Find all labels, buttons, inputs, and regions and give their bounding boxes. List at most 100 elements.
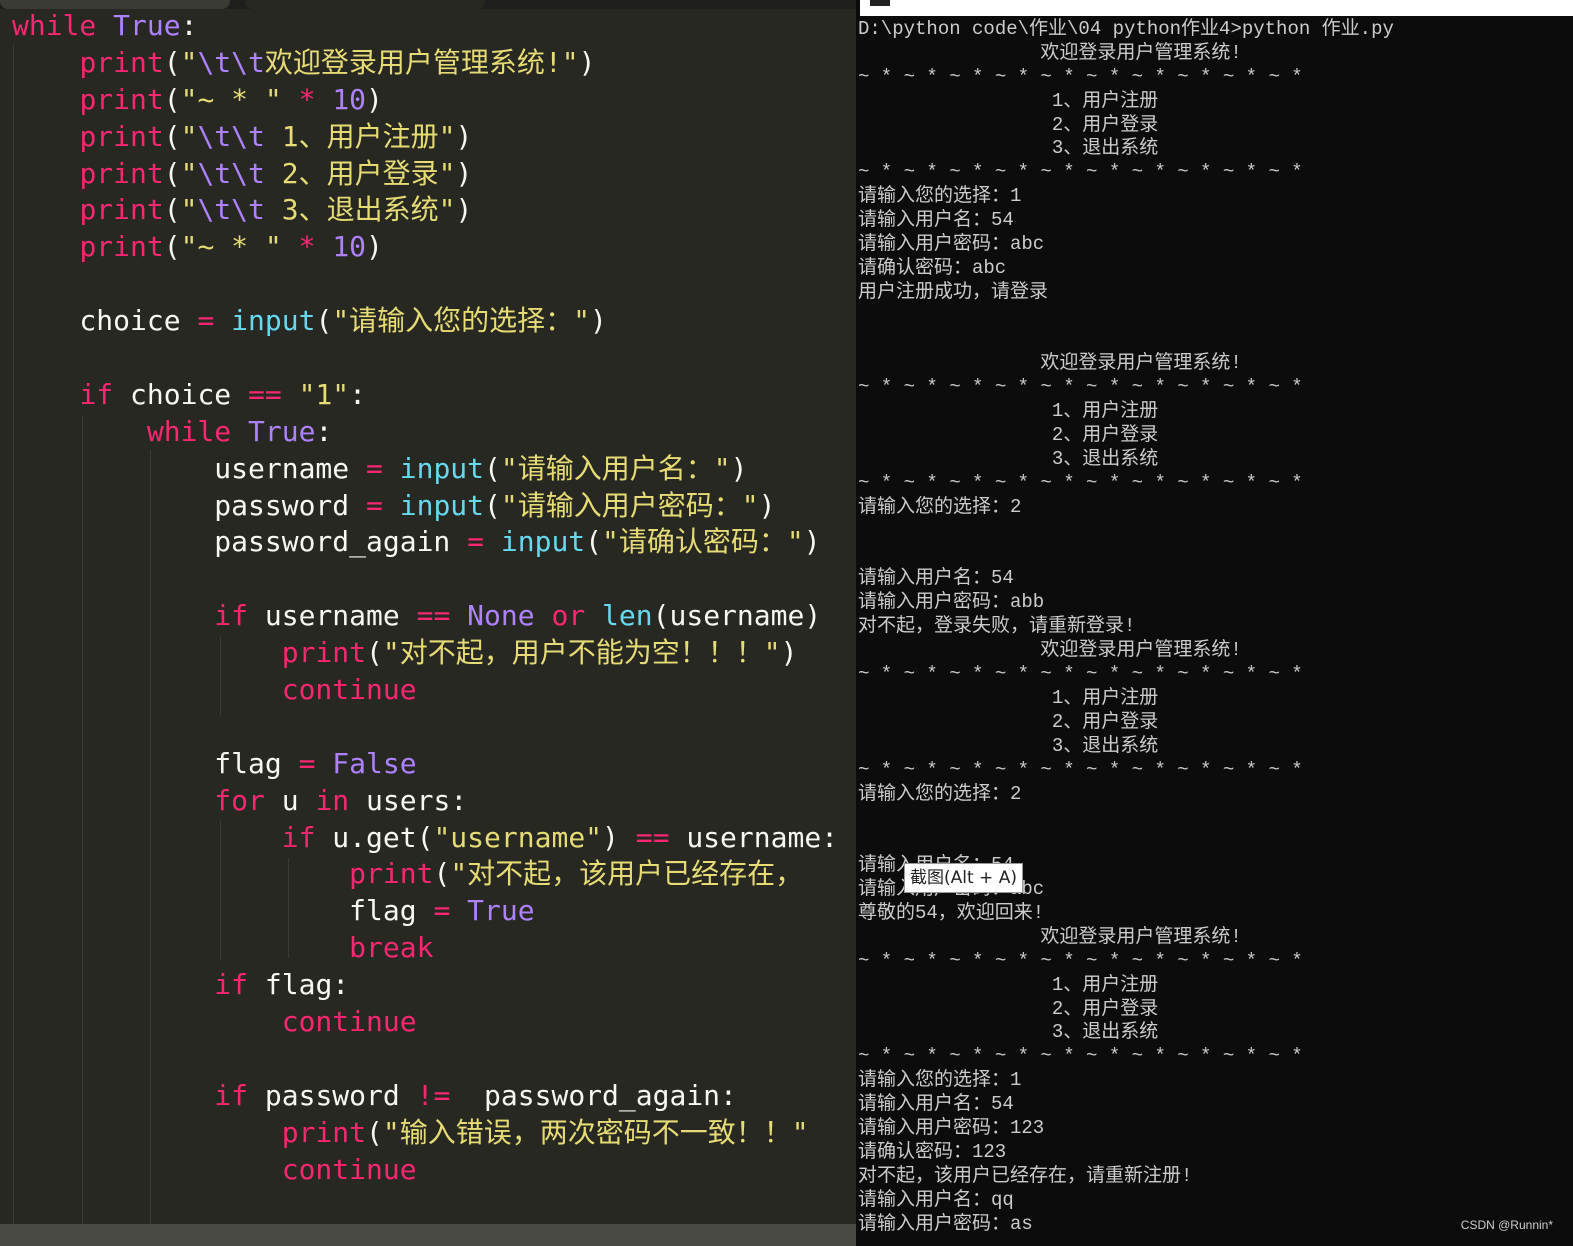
terminal-line: 1、用户注册 xyxy=(858,973,1159,996)
code-line[interactable]: password_again = input("请确认密码：") xyxy=(12,524,838,561)
code-line[interactable]: if u.get("username") == username: xyxy=(12,820,838,857)
terminal-line: 请输入您的选择：1 xyxy=(858,1069,1022,1092)
code-token: = xyxy=(366,451,383,485)
code-line[interactable] xyxy=(12,561,838,598)
code-token: ) xyxy=(758,488,776,522)
code-token: ) xyxy=(602,820,636,854)
code-content[interactable]: while True: print("\t\t欢迎登录用户管理系统!") pri… xyxy=(12,8,838,1189)
code-line[interactable]: for u in users: xyxy=(12,783,838,820)
code-token: users: xyxy=(349,783,468,817)
code-line[interactable] xyxy=(12,709,838,746)
code-token: ( xyxy=(163,82,181,116)
code-line[interactable]: print("对不起，用户不能为空！！！") xyxy=(12,635,838,672)
terminal-window[interactable]: D:\python code\作业\04 python作业4>python 作业… xyxy=(856,0,1573,1246)
terminal-line: ~ * ~ * ~ * ~ * ~ * ~ * ~ * ~ * ~ * ~ * xyxy=(858,949,1315,972)
code-token: * xyxy=(298,82,316,116)
terminal-line: 欢迎登录用户管理系统! xyxy=(858,41,1242,64)
code-line[interactable]: print("输入错误，两次密码不一致！！" xyxy=(12,1115,838,1152)
code-token: 10 xyxy=(332,82,367,116)
code-token: print xyxy=(79,45,164,79)
code-line[interactable] xyxy=(12,266,838,303)
horizontal-scrollbar[interactable] xyxy=(0,1224,856,1246)
code-line[interactable]: if choice == "1": xyxy=(12,377,838,414)
code-token: = xyxy=(467,525,485,559)
terminal-line: 对不起，登录失败，请重新登录! xyxy=(858,615,1136,638)
terminal-line: ~ * ~ * ~ * ~ * ~ * ~ * ~ * ~ * ~ * ~ * xyxy=(858,161,1315,184)
code-token: ( xyxy=(163,45,181,79)
code-line[interactable]: print("\t\t 3、退出系统") xyxy=(12,192,838,229)
code-token: "对不起，用户不能为空！！！" xyxy=(382,636,781,670)
code-line[interactable]: while True: xyxy=(12,414,838,451)
code-line[interactable]: flag = True xyxy=(12,893,838,930)
terminal-title-bar[interactable] xyxy=(860,0,1573,16)
code-token: input xyxy=(399,451,485,485)
code-token: \t\t xyxy=(197,45,265,79)
terminal-line: 尊敬的54，欢迎回来! xyxy=(858,901,1045,924)
code-line[interactable]: print("\t\t欢迎登录用户管理系统!") xyxy=(12,45,838,82)
code-token: password xyxy=(12,488,367,522)
code-token: input xyxy=(500,525,586,559)
code-token: len xyxy=(602,599,653,633)
code-line[interactable]: print("\t\t 1、用户注册") xyxy=(12,119,838,156)
code-token: username: xyxy=(669,820,839,854)
code-line[interactable]: flag = False xyxy=(12,746,838,783)
terminal-line: 请输入您的选择：2 xyxy=(858,782,1022,805)
code-line[interactable]: continue xyxy=(12,1004,838,1041)
code-line[interactable] xyxy=(12,1041,838,1078)
code-line[interactable]: print("~ * " * 10) xyxy=(12,82,838,119)
terminal-line: 请输入用户名：qq xyxy=(858,1188,1014,1211)
code-token: input xyxy=(231,304,316,338)
terminal-line: ~ * ~ * ~ * ~ * ~ * ~ * ~ * ~ * ~ * ~ * xyxy=(858,65,1315,88)
code-line[interactable]: print("~ * " * 10) xyxy=(12,229,838,266)
code-token: 10 xyxy=(332,230,367,264)
terminal-line: 欢迎登录用户管理系统! xyxy=(858,639,1242,662)
code-line[interactable]: password = input("请输入用户密码：") xyxy=(12,488,838,525)
code-token: \t\t xyxy=(197,193,265,227)
code-line[interactable]: continue xyxy=(12,672,838,709)
code-token: == xyxy=(635,820,670,854)
code-token: : xyxy=(315,414,333,448)
code-token: ) xyxy=(590,304,607,338)
code-line[interactable]: print("对不起，该用户已经存在， xyxy=(12,856,838,893)
code-token: while xyxy=(12,9,97,42)
code-token: ) xyxy=(366,82,383,116)
code-line[interactable]: username = input("请输入用户名：") xyxy=(12,451,838,488)
code-line[interactable]: if password != password_again: xyxy=(12,1078,838,1115)
code-line[interactable] xyxy=(12,340,838,377)
code-line[interactable]: continue xyxy=(12,1152,838,1189)
code-line[interactable]: if flag: xyxy=(12,967,838,1004)
code-token: password_again: xyxy=(450,1078,737,1112)
code-line[interactable]: choice = input("请输入您的选择：") xyxy=(12,303,838,340)
code-token: (username) xyxy=(652,599,822,633)
code-line[interactable]: print("\t\t 2、用户登录") xyxy=(12,156,838,193)
code-token: "1" xyxy=(298,377,350,411)
code-token: continue xyxy=(281,1152,417,1186)
code-token: u xyxy=(264,783,316,817)
code-token: ( xyxy=(315,304,333,338)
code-token: ( xyxy=(163,119,181,153)
code-line[interactable]: while True: xyxy=(12,8,838,45)
code-line[interactable]: break xyxy=(12,930,838,967)
code-token: u.get( xyxy=(315,820,434,854)
code-line[interactable]: if username == None or len(username) xyxy=(12,598,838,635)
code-token: 1、用户注册" xyxy=(264,119,456,153)
code-editor[interactable]: while True: print("\t\t欢迎登录用户管理系统!") pri… xyxy=(0,0,856,1246)
code-token: ) xyxy=(366,230,383,264)
code-token: print xyxy=(79,82,164,116)
